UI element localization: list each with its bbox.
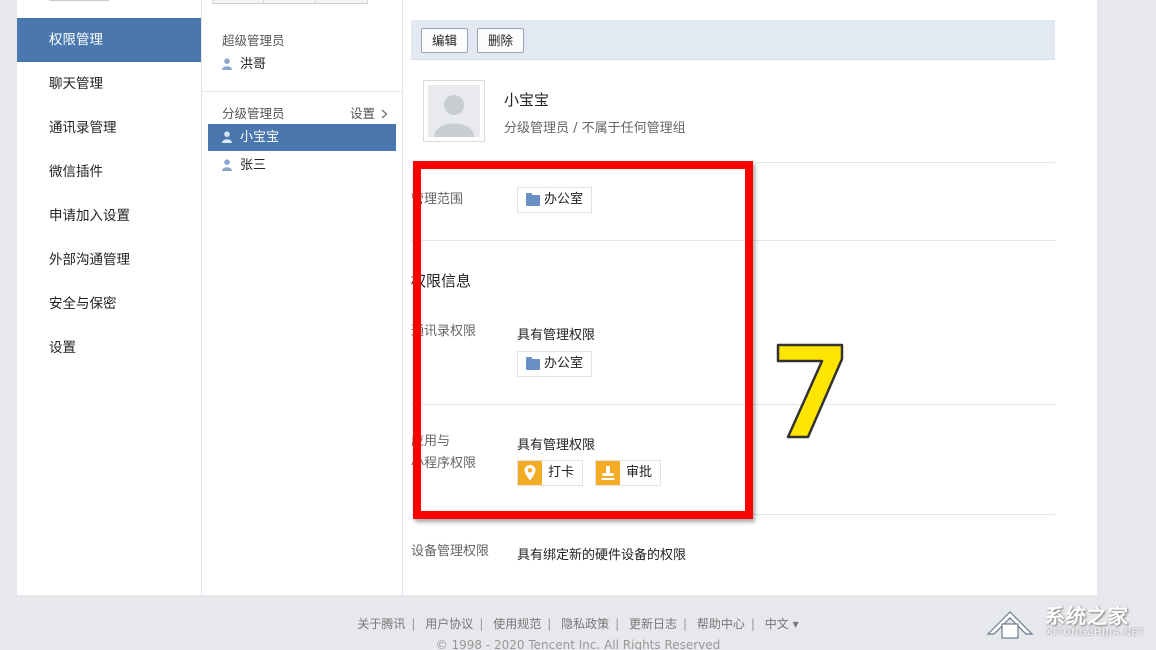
sub-admin-settings-link[interactable]: 设置 [350,103,388,122]
chevron-right-icon [381,109,388,119]
default-avatar-icon [434,95,474,137]
device-permission-value: 具有绑定新的硬件设备的权限 [517,548,687,563]
avatar [423,80,485,142]
device-permission-label: 设备管理权限 [411,544,490,559]
person-icon [222,131,232,143]
detail-toolbar: 编辑 删除 [411,20,1055,60]
watermark-subtext: XITONGZHIJIA.NET [1046,628,1145,638]
person-icon [222,159,232,171]
footer-link-agreement[interactable]: 用户协议 [425,617,473,631]
sidebar-item-wechat-plugin[interactable]: 微信插件 [17,150,201,194]
admin-name: 张三 [240,158,267,173]
footer-link-help[interactable]: 帮助中心 [697,617,745,631]
person-icon [222,58,232,70]
divider [202,91,402,92]
user-role: 分级管理员 / 不属于任何管理组 [504,121,686,136]
super-admin-title: 超级管理员 [222,33,285,48]
admin-item-xiaobaobao[interactable]: 小宝宝 [208,124,396,151]
watermark-text: 系统之家 [1045,604,1129,628]
sidebar-item-external[interactable]: 外部沟通管理 [17,238,201,282]
language-select[interactable]: 中文 ▾ [765,617,799,631]
user-name: 小宝宝 [504,91,550,109]
sidebar-item-join-settings[interactable]: 申请加入设置 [17,194,201,238]
step-number-text: 7 [770,325,771,326]
sidebar-item-security[interactable]: 安全与保密 [17,282,201,326]
cropped-tab-strip [212,0,368,4]
footer-link-rules[interactable]: 使用规范 [493,617,541,631]
admin-sidebar: 权限管理 聊天管理 通讯录管理 微信插件 申请加入设置 外部沟通管理 安全与保密… [17,0,202,595]
footer-link-changelog[interactable]: 更新日志 [629,617,677,631]
sidebar-item-contacts[interactable]: 通讯录管理 [17,106,201,150]
sub-admin-title: 分级管理员 [222,106,285,121]
admin-item-hongge[interactable]: 洪哥 [208,51,396,78]
step-number-annotation: 7 [770,325,844,439]
delete-button[interactable]: 删除 [477,28,525,53]
admin-list-panel: 超级管理员 洪哥 分级管理员 设置 小宝宝 张三 [202,0,403,595]
highlight-box [413,161,753,519]
footer-link-about[interactable]: 关于腾讯 [357,617,405,631]
footer-link-privacy[interactable]: 隐私政策 [561,617,609,631]
admin-item-zhangsan[interactable]: 张三 [208,152,396,179]
cropped-nav-item [49,0,109,2]
sidebar-item-settings[interactable]: 设置 [17,326,201,370]
sidebar-item-permissions[interactable]: 权限管理 [17,18,201,62]
admin-name: 小宝宝 [240,130,280,145]
admin-name: 洪哥 [240,57,267,72]
settings-link-label: 设置 [350,106,376,121]
sidebar-item-chat[interactable]: 聊天管理 [17,62,201,106]
edit-button[interactable]: 编辑 [421,28,469,53]
